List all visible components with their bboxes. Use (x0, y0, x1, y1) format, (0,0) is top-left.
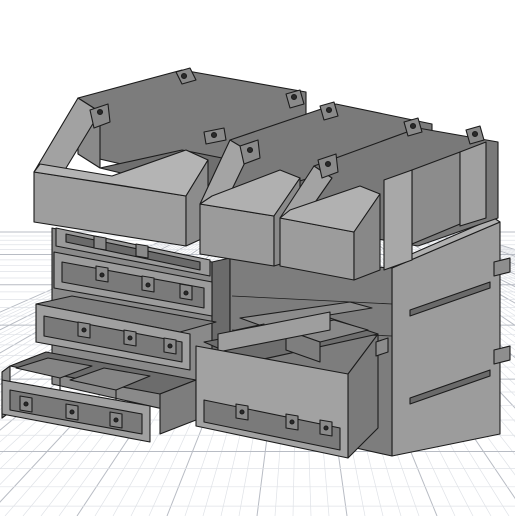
bin-right-panel-2 (459, 141, 487, 227)
bin-right-panel-1 (383, 169, 413, 271)
canvas-3d-viewport[interactable] (0, 0, 515, 516)
viewport-scene[interactable] (0, 0, 515, 516)
drawer-1-clip-2 (135, 243, 149, 259)
drawer-1-clip-1 (93, 235, 107, 251)
